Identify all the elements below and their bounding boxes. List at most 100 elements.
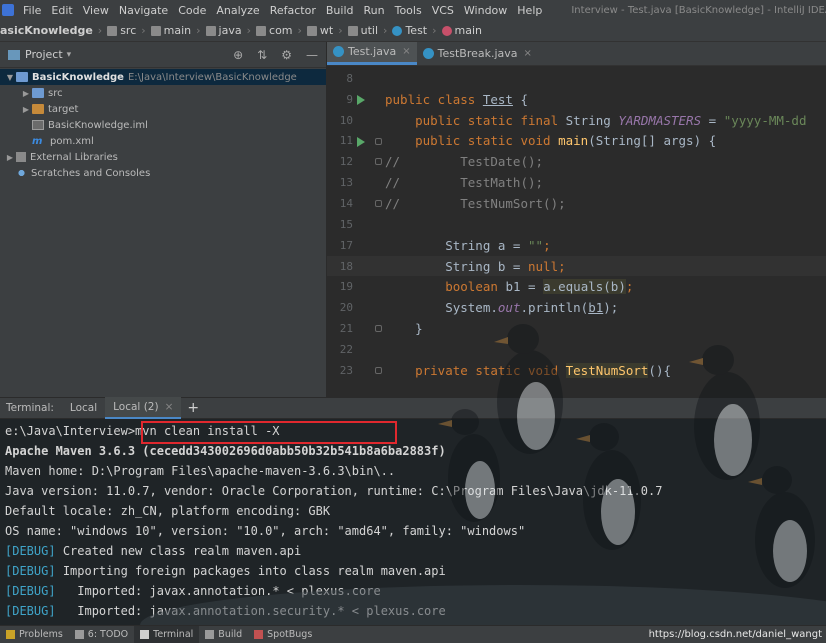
code-line[interactable]: 10 public static final String YARDMASTER… xyxy=(327,110,826,131)
terminal-line: [DEBUG] Imported: javax.annotation.* < p… xyxy=(5,581,381,601)
breadcrumb-separator: › xyxy=(97,24,103,37)
folder-icon xyxy=(107,25,118,36)
fold-icon[interactable] xyxy=(375,200,382,208)
menu-edit[interactable]: Edit xyxy=(46,4,77,17)
project-tree-item[interactable]: BasicKnowledge.iml xyxy=(0,117,326,133)
code-line[interactable]: 19 boolean b1 = a.equals(b); xyxy=(327,276,826,297)
menu-help[interactable]: Help xyxy=(512,4,547,17)
gutter xyxy=(353,256,385,277)
close-icon[interactable]: × xyxy=(402,46,410,57)
tab-testbreak-java[interactable]: TestBreak.java × xyxy=(417,42,538,65)
new-terminal-tab-button[interactable]: + xyxy=(187,400,199,416)
toolwindow-todo[interactable]: 6: TODO xyxy=(69,626,134,643)
code-editor[interactable]: Test.java × TestBreak.java × 8 9 public class… xyxy=(327,42,826,397)
toolwindow-label: Terminal xyxy=(153,629,194,640)
menu-run[interactable]: Run xyxy=(359,4,390,17)
hide-icon[interactable]: — xyxy=(306,48,318,62)
breadcrumb-separator: › xyxy=(196,24,201,37)
code-token: "yyyy-MM-dd xyxy=(723,112,807,128)
menu-file[interactable]: File xyxy=(18,4,46,17)
chevron-down-icon[interactable]: ▼ xyxy=(4,73,16,82)
menu-view[interactable]: View xyxy=(78,4,114,17)
menu-tools[interactable]: Tools xyxy=(390,4,427,17)
collapse-icon[interactable]: ⇅ xyxy=(257,48,267,62)
breadcrumb-item[interactable]: main xyxy=(150,24,191,37)
code-area[interactable]: 8 9 public class Test {10 public static fi… xyxy=(327,68,826,381)
run-icon[interactable] xyxy=(357,136,365,147)
terminal-line: Java version: 11.0.7, vendor: Oracle Cor… xyxy=(5,481,662,501)
breadcrumb-item[interactable]: wt xyxy=(306,24,333,37)
fold-icon[interactable] xyxy=(375,325,382,333)
project-tree-item[interactable]: m pom.xml xyxy=(0,133,326,149)
class-icon xyxy=(392,25,403,36)
locate-icon[interactable]: ⊕ xyxy=(233,48,243,62)
tab-test-java[interactable]: Test.java × xyxy=(327,42,417,65)
breadcrumb-item[interactable]: com xyxy=(256,24,293,37)
code-token: ; xyxy=(625,279,634,295)
terminal-output[interactable]: e:\Java\Interview>mvn clean install -X Ap… xyxy=(0,419,826,625)
toolwindow-build[interactable]: Build xyxy=(199,626,248,643)
menu-analyze[interactable]: Analyze xyxy=(211,4,264,17)
fold-icon[interactable] xyxy=(375,137,382,145)
chevron-right-icon[interactable]: ▶ xyxy=(20,105,32,114)
terminal-tab[interactable]: Local (2) × xyxy=(105,397,182,419)
line-number: 21 xyxy=(339,322,353,336)
breadcrumb-item[interactable]: util xyxy=(347,24,378,37)
code-line[interactable]: 8 xyxy=(327,68,826,89)
chevron-down-icon[interactable]: ▾ xyxy=(67,50,72,60)
project-tree-item[interactable]: ▼ BasicKnowledge E:\Java\Interview\BasicKn… xyxy=(0,69,326,85)
ide-window: File Edit View Navigate Code Analyze Refactor B… xyxy=(0,0,826,643)
line-number: 13 xyxy=(339,176,353,190)
toolwindow-terminal[interactable]: Terminal xyxy=(134,625,200,643)
menu-vcs[interactable]: VCS xyxy=(427,4,459,17)
code-line[interactable]: 21 } xyxy=(327,318,826,339)
code-line[interactable]: 15 xyxy=(327,214,826,235)
project-tree-item[interactable]: ▶ target xyxy=(0,101,326,117)
lib-icon xyxy=(16,152,26,162)
breadcrumb-separator: › xyxy=(383,24,388,37)
code-token: System. xyxy=(385,300,498,316)
code-line[interactable]: 11 public static void main (String[] args… xyxy=(327,131,826,152)
project-tree-item[interactable]: ▶ src xyxy=(0,85,326,101)
breadcrumb-item[interactable]: java xyxy=(205,24,242,37)
code-token: (){ xyxy=(648,362,671,378)
code-line[interactable]: 20 System. out .println(b1); xyxy=(327,297,826,318)
tab-label: TestBreak.java xyxy=(437,46,518,60)
project-panel: Project ▾ ⊕ ⇅ ⚙ — ▼ BasicKnowledge E:\Java… xyxy=(0,42,327,397)
breadcrumb-item[interactable]: src xyxy=(107,24,136,37)
terminal-tab[interactable]: Local xyxy=(62,397,105,419)
close-icon[interactable]: × xyxy=(165,401,174,413)
chevron-right-icon[interactable]: ▶ xyxy=(20,89,32,98)
menu-window[interactable]: Window xyxy=(459,4,512,17)
gear-icon[interactable]: ⚙ xyxy=(281,48,292,62)
toolwindow-spotbugs[interactable]: SpotBugs xyxy=(248,626,318,643)
breadcrumb-item[interactable]: Test xyxy=(392,24,427,37)
fold-icon[interactable] xyxy=(375,158,382,166)
run-icon[interactable] xyxy=(357,94,365,105)
breadcrumb-item[interactable]: asicKnowledge xyxy=(0,24,93,37)
code-line[interactable]: 9 public class Test { xyxy=(327,89,826,110)
hammer-icon xyxy=(205,630,215,639)
terminal-line: [DEBUG] Importing foreign packages into … xyxy=(5,561,446,581)
code-line[interactable]: 22 xyxy=(327,339,826,360)
project-tree-item[interactable]: Scratches and Consoles xyxy=(0,165,326,181)
menu-build[interactable]: Build xyxy=(321,4,359,17)
close-icon[interactable]: × xyxy=(524,48,532,59)
code-line[interactable]: 17 String a = ""; xyxy=(327,235,826,256)
project-tree-item[interactable]: ▶ External Libraries xyxy=(0,149,326,165)
menu-navigate[interactable]: Navigate xyxy=(114,4,173,17)
code-line[interactable]: 23 private static void TestNumSort(){ xyxy=(327,360,826,381)
breadcrumb-item[interactable]: main xyxy=(441,24,483,37)
menu-code[interactable]: Code xyxy=(173,4,211,17)
code-line[interactable]: 12 // TestDate(); xyxy=(327,151,826,172)
chevron-right-icon[interactable]: ▶ xyxy=(4,153,16,162)
code-line[interactable]: 13 // TestMath(); xyxy=(327,172,826,193)
menu-refactor[interactable]: Refactor xyxy=(265,4,321,17)
project-panel-title[interactable]: Project xyxy=(25,48,63,61)
toolwindow-problems[interactable]: Problems xyxy=(0,626,69,643)
breadcrumb-label: main xyxy=(454,24,483,37)
code-line[interactable]: 18 String b = null; xyxy=(327,255,826,277)
fold-icon[interactable] xyxy=(375,366,382,374)
terminal-line-text: Created new class realm maven.api xyxy=(62,544,302,558)
code-line[interactable]: 14 // TestNumSort(); xyxy=(327,193,826,214)
